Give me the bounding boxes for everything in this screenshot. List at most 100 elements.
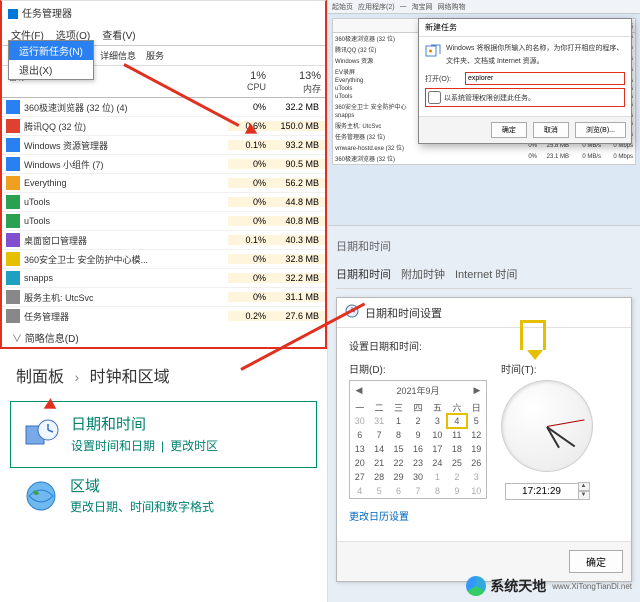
calendar-day[interactable]: 19 bbox=[467, 442, 486, 456]
spin-up[interactable]: ▲ bbox=[578, 482, 590, 491]
next-month-button[interactable]: ▶ bbox=[472, 385, 482, 396]
crumb-control-panel[interactable]: 制面板 bbox=[16, 369, 64, 386]
calendar-day[interactable]: 10 bbox=[428, 428, 447, 442]
mem-cell: 27.6 MB bbox=[270, 311, 325, 321]
calendar-day[interactable]: 14 bbox=[369, 442, 388, 456]
table-row[interactable]: 桌面窗口管理器0.1%40.3 MB bbox=[2, 231, 325, 250]
calendar-day[interactable]: 27 bbox=[350, 470, 369, 484]
calendar-day[interactable]: 25 bbox=[447, 456, 466, 470]
calendar-day[interactable]: 24 bbox=[428, 456, 447, 470]
calendar-day[interactable]: 5 bbox=[369, 484, 388, 498]
calendar-day[interactable]: 28 bbox=[369, 470, 388, 484]
browser-tab[interactable]: 一 bbox=[400, 2, 407, 12]
mem-cell: 32.8 MB bbox=[270, 254, 325, 264]
calendar-day[interactable]: 23 bbox=[408, 456, 427, 470]
spin-down[interactable]: ▼ bbox=[578, 491, 590, 500]
tab-internet-time[interactable]: Internet 时间 bbox=[455, 266, 517, 282]
calendar-day[interactable]: 6 bbox=[389, 484, 408, 498]
calendar-day[interactable]: 30 bbox=[408, 470, 427, 484]
calendar-day[interactable]: 6 bbox=[350, 428, 369, 442]
mini-row[interactable]: 360极速浏览器 (32 位)0%23.1 MB0 MB/s0 Mbps bbox=[333, 153, 635, 164]
change-timezone-link[interactable]: 更改时区 bbox=[170, 439, 218, 453]
calendar-day[interactable]: 29 bbox=[389, 470, 408, 484]
table-row[interactable]: 腾讯QQ (32 位)0.6%150.0 MB bbox=[2, 117, 325, 136]
calendar-day[interactable]: 16 bbox=[408, 442, 427, 456]
calendar-day[interactable]: 18 bbox=[447, 442, 466, 456]
crumb-clock-region[interactable]: 时钟和区域 bbox=[90, 369, 170, 386]
table-row[interactable]: 360安全卫士 安全防护中心模...0%32.8 MB bbox=[2, 250, 325, 269]
calendar-day[interactable]: 11 bbox=[447, 428, 466, 442]
calendar-day[interactable]: 20 bbox=[350, 456, 369, 470]
calendar-day[interactable]: 17 bbox=[428, 442, 447, 456]
ok-button[interactable]: 确定 bbox=[569, 550, 623, 573]
open-input[interactable] bbox=[465, 72, 625, 85]
calendar-day[interactable]: 3 bbox=[428, 414, 447, 428]
table-row[interactable]: Windows 小组件 (7)0%90.5 MB bbox=[2, 155, 325, 174]
calendar-day[interactable]: 15 bbox=[389, 442, 408, 456]
calendar-day[interactable]: 13 bbox=[350, 442, 369, 456]
calendar-day[interactable]: 1 bbox=[389, 414, 408, 428]
browser-tab[interactable]: 淘宝网 bbox=[412, 2, 433, 12]
table-row[interactable]: 任务管理器0.2%27.6 MB bbox=[2, 307, 325, 324]
calendar-day[interactable]: 9 bbox=[447, 484, 466, 498]
tab-details[interactable]: 详细信息 bbox=[98, 48, 138, 63]
set-date-time-link[interactable]: 设置时间和日期 bbox=[71, 439, 155, 453]
table-row[interactable]: Everything0%56.2 MB bbox=[2, 174, 325, 193]
fewer-details[interactable]: 简略信息(D) bbox=[2, 324, 325, 347]
calendar-day[interactable]: 26 bbox=[467, 456, 486, 470]
run-new-task-item[interactable]: 运行新任务(N) bbox=[9, 41, 93, 60]
region-sub[interactable]: 更改日期、时间和数字格式 bbox=[70, 498, 214, 516]
tab-date-time[interactable]: 日期和时间 bbox=[336, 266, 391, 282]
calendar-day[interactable]: 12 bbox=[467, 428, 486, 442]
prev-month-button[interactable]: ◀ bbox=[354, 385, 364, 396]
calendar-day[interactable]: 3 bbox=[467, 470, 486, 484]
browser-tab[interactable]: 网络购物 bbox=[438, 2, 466, 12]
table-row[interactable]: 360极速浏览器 (32 位) (4)0%32.2 MB bbox=[2, 98, 325, 117]
date-time-category[interactable]: 日期和时间 设置时间和日期|更改时区 bbox=[10, 401, 317, 468]
cpu-cell: 0.1% bbox=[228, 140, 270, 150]
browser-tab[interactable]: 应用程序(2) bbox=[358, 2, 395, 12]
process-name: Windows 资源管理器 bbox=[24, 139, 228, 152]
browser-tab[interactable]: 起始页 bbox=[332, 2, 353, 12]
calendar-day[interactable]: 21 bbox=[369, 456, 388, 470]
calendar-day[interactable]: 31 bbox=[369, 414, 388, 428]
calendar-grid[interactable]: 一二三四五六日303112345678910111213141516171819… bbox=[350, 400, 486, 498]
region-category[interactable]: 区域 更改日期、时间和数字格式 bbox=[10, 476, 317, 529]
calendar-day[interactable]: 7 bbox=[408, 484, 427, 498]
calendar-day[interactable]: 2 bbox=[408, 414, 427, 428]
tab-services[interactable]: 服务 bbox=[144, 48, 166, 63]
browse-button[interactable]: 浏览(B)... bbox=[575, 122, 626, 138]
admin-checkbox-row[interactable]: 以系统管理权限创建此任务。 bbox=[425, 88, 625, 107]
watermark-url: www.XiTongTianDi.net bbox=[552, 582, 632, 591]
calendar-day[interactable]: 9 bbox=[408, 428, 427, 442]
time-input[interactable] bbox=[505, 483, 579, 500]
calendar-day[interactable]: 4 bbox=[447, 414, 466, 428]
month-label[interactable]: 2021年9月 bbox=[396, 384, 439, 397]
calendar-day[interactable]: 4 bbox=[350, 484, 369, 498]
calendar-day[interactable]: 30 bbox=[350, 414, 369, 428]
table-row[interactable]: Windows 资源管理器0.1%93.2 MB bbox=[2, 136, 325, 155]
calendar-day[interactable]: 8 bbox=[389, 428, 408, 442]
admin-checkbox[interactable] bbox=[428, 91, 441, 104]
table-row[interactable]: uTools0%44.8 MB bbox=[2, 193, 325, 212]
calendar-day[interactable]: 7 bbox=[369, 428, 388, 442]
col-mem[interactable]: 13%内存 bbox=[270, 70, 325, 95]
calendar-day[interactable]: 22 bbox=[389, 456, 408, 470]
tab-additional-clocks[interactable]: 附加时钟 bbox=[401, 266, 445, 282]
table-row[interactable]: 服务主机: UtcSvc0%31.1 MB bbox=[2, 288, 325, 307]
calendar-day[interactable]: 5 bbox=[467, 414, 486, 428]
col-cpu[interactable]: 1%CPU bbox=[228, 70, 270, 95]
calendar-day[interactable]: 2 bbox=[447, 470, 466, 484]
cancel-button[interactable]: 取消 bbox=[533, 122, 569, 138]
cpu-cell: 0% bbox=[228, 216, 270, 226]
calendar-day[interactable]: 10 bbox=[467, 484, 486, 498]
calendar-day[interactable]: 1 bbox=[428, 470, 447, 484]
table-row[interactable]: uTools0%40.8 MB bbox=[2, 212, 325, 231]
ok-button[interactable]: 确定 bbox=[491, 122, 527, 138]
process-name: snapps bbox=[24, 273, 228, 283]
change-calendar-settings-link[interactable]: 更改日历设置 bbox=[349, 500, 409, 531]
exit-item[interactable]: 退出(X) bbox=[9, 60, 93, 79]
table-row[interactable]: snapps0%32.2 MB bbox=[2, 269, 325, 288]
calendar-day[interactable]: 8 bbox=[428, 484, 447, 498]
menu-view[interactable]: 查看(V) bbox=[99, 26, 138, 43]
